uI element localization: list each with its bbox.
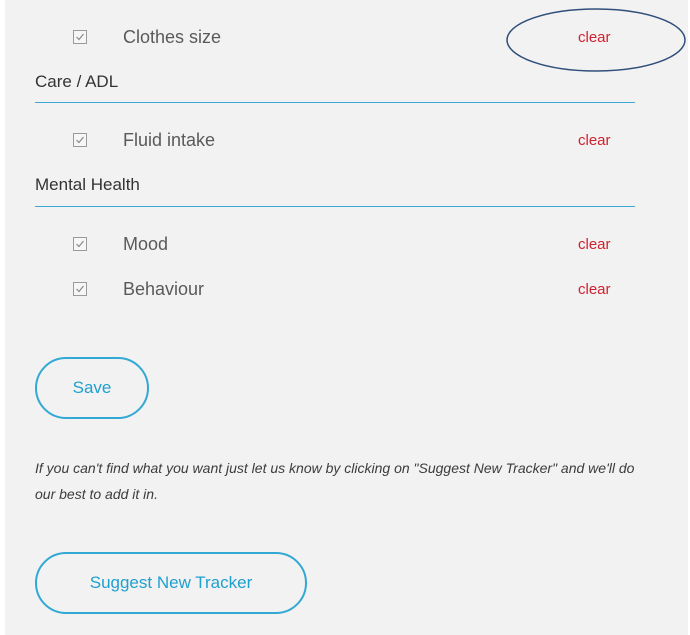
checkbox-behaviour[interactable] <box>73 282 87 296</box>
tracker-label: Fluid intake <box>123 130 216 150</box>
checkmark-icon <box>76 33 84 41</box>
clear-link[interactable]: clear <box>578 281 611 299</box>
section-divider <box>35 102 635 103</box>
clear-link[interactable]: clear <box>578 236 611 254</box>
checkbox-fluid-intake[interactable] <box>73 133 87 147</box>
save-button[interactable]: Save <box>35 357 149 419</box>
tracker-label: Clothes size <box>123 27 222 47</box>
tracker-row-behaviour: Behaviour clear <box>5 277 688 307</box>
section-title-mental-health: Mental Health <box>35 175 140 194</box>
tracker-row-clothes-size: Clothes size clear <box>5 25 688 55</box>
section-divider <box>35 206 635 207</box>
tracker-settings-panel: Clothes size clear Care / ADL Fluid inta… <box>5 0 688 635</box>
checkmark-icon <box>76 240 84 248</box>
tracker-label: Behaviour <box>123 279 205 299</box>
tracker-row-fluid-intake: Fluid intake clear <box>5 128 688 158</box>
checkmark-icon <box>76 285 84 293</box>
suggest-new-tracker-button[interactable]: Suggest New Tracker <box>35 552 307 614</box>
help-text: If you can't find what you want just let… <box>35 460 635 502</box>
tracker-label: Mood <box>123 234 169 254</box>
section-title-care-adl: Care / ADL <box>35 72 119 91</box>
checkbox-mood[interactable] <box>73 237 87 251</box>
clear-link[interactable]: clear <box>578 132 611 150</box>
checkmark-icon <box>76 136 84 144</box>
tracker-row-mood: Mood clear <box>5 232 688 262</box>
clear-link[interactable]: clear <box>578 29 611 47</box>
checkbox-clothes-size[interactable] <box>73 30 87 44</box>
